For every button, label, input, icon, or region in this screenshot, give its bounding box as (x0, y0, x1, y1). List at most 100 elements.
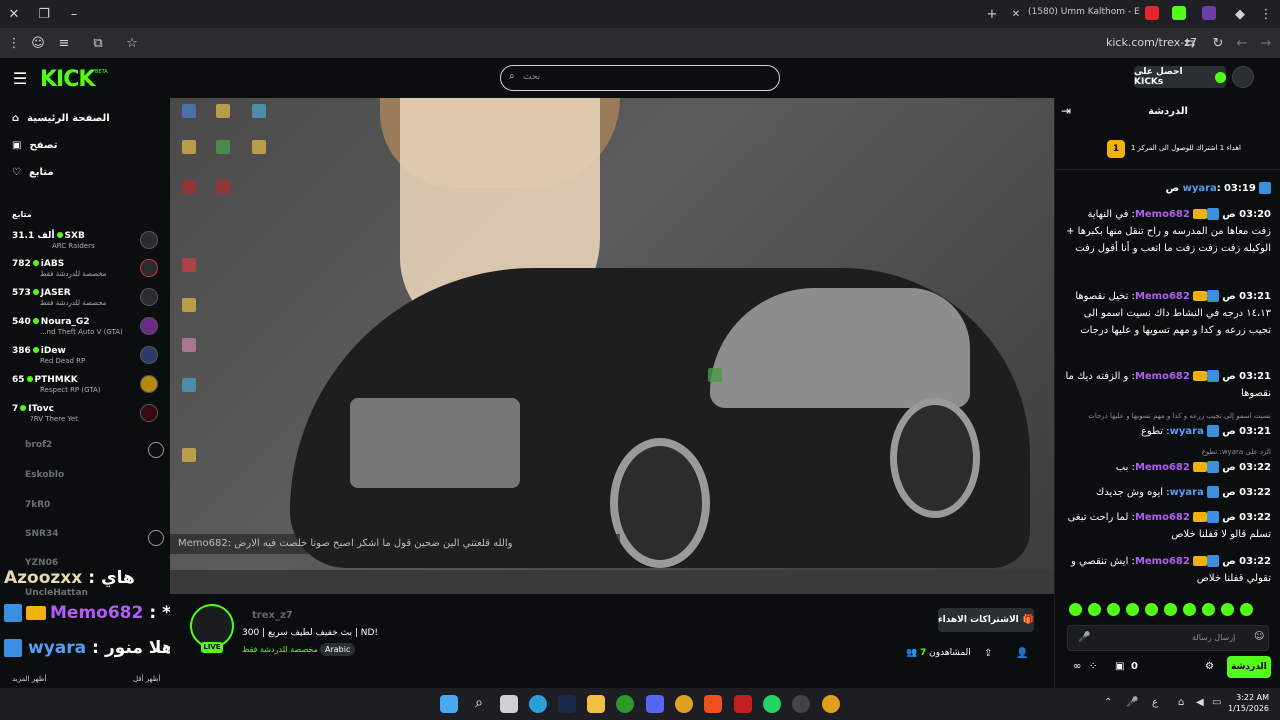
emote-icon[interactable] (1126, 603, 1139, 616)
emote-icon[interactable] (1145, 603, 1158, 616)
infinity-icon[interactable]: ∞ (1073, 661, 1081, 672)
forward-icon[interactable]: ← (1232, 33, 1252, 53)
followed-channel[interactable]: 7 ITovc ?RV There Yet (0, 401, 165, 427)
input-language[interactable]: ع (1152, 697, 1158, 708)
hamburger-menu-icon[interactable]: ☰ (10, 68, 30, 88)
followed-channel[interactable]: 31.1 ألف SXB ARC Raiders (0, 228, 165, 254)
chrome-icon[interactable] (675, 695, 693, 713)
emote-icon[interactable] (1240, 603, 1253, 616)
network-icon[interactable]: ⌂ (1178, 697, 1184, 708)
nav-browse[interactable]: ▣ تصفح (12, 135, 57, 155)
menu-icon[interactable]: ⋮ (4, 33, 24, 53)
brave-icon[interactable] (704, 695, 722, 713)
chat-message[interactable]: 03:21 ص Memo682: و الزفته ديك ما نقصوها (1065, 368, 1271, 402)
chrome-icon[interactable] (822, 695, 840, 713)
menu-icon[interactable]: ⋮ (1256, 4, 1276, 24)
restore-window-icon[interactable]: ❐ (34, 4, 54, 24)
chat-username[interactable]: wyara (1170, 426, 1204, 437)
task-view-icon[interactable] (500, 695, 518, 713)
language-tag[interactable]: Arabic (320, 643, 356, 656)
system-clock[interactable]: 3:22 AM 1/15/2026 (1228, 692, 1269, 714)
followed-channel[interactable]: 386 iDew Red Dead RP (0, 343, 165, 369)
site-settings-icon[interactable]: ⇆ (1180, 33, 1200, 53)
users-icon[interactable]: ⁘ (1089, 661, 1097, 672)
tab-search-icon[interactable]: ≡ (54, 33, 74, 53)
follow-user-icon[interactable]: 👤 (1016, 648, 1028, 659)
search-input[interactable]: ⌕ بحث (500, 65, 780, 91)
back-icon[interactable]: → (1256, 33, 1276, 53)
video-player[interactable]: Memo682: والله قلعتني الين ضحين قول ما ا… (170, 98, 1054, 594)
edge-icon[interactable] (529, 695, 547, 713)
user-avatar[interactable] (1232, 66, 1254, 88)
nav-following[interactable]: ♡ متابع (12, 162, 54, 182)
chat-message[interactable]: 03:22 ص Memo682: بب (1065, 459, 1271, 476)
stream-category[interactable]: مخصصة للدردشة فقط (242, 645, 318, 654)
followed-channel[interactable]: 65 PTHMKK Respect RP (GTA) (0, 372, 165, 398)
microphone-icon[interactable]: 🎤 (1078, 632, 1090, 643)
chat-username[interactable]: Memo682 (1135, 512, 1190, 523)
chat-username[interactable]: Memo682 (1135, 291, 1190, 302)
show-less-link[interactable]: أظهر أقل (133, 675, 160, 683)
followed-channel[interactable]: 573 JASER مخصصة للدردشة فقط (0, 285, 165, 311)
emote-icon[interactable] (1221, 603, 1234, 616)
profile-icon[interactable]: ☺ (28, 33, 48, 53)
followed-channel[interactable]: 540 Noura_G2 ...nd Theft Auto V (GTA) (0, 314, 165, 340)
chat-message[interactable]: 03:21 ص wyara: تطوع (1065, 423, 1271, 440)
chat-username[interactable]: Memo682 (1135, 462, 1190, 473)
chat-message[interactable]: 03:20 ص Memo682: في النهاية زفت معاها من… (1065, 206, 1271, 257)
kick-tab-icon[interactable] (1172, 6, 1186, 20)
chat-message[interactable]: 03:22 ص Memo682: ايش تنقصي و تقولي قفلنا… (1065, 553, 1271, 587)
emote-icon[interactable] (1164, 603, 1177, 616)
emoji-icon[interactable]: ☺ (1254, 631, 1264, 642)
pinned-leaderboard[interactable]: 1 اهداء 1 اشتراك للوصول الى المركز 1 (1055, 130, 1280, 170)
close-tab-icon[interactable]: ✕ (1006, 4, 1026, 24)
chat-username[interactable]: wyara (1170, 487, 1204, 498)
chat-input[interactable]: 🎤 إرسال رسالة ☺ (1067, 625, 1269, 651)
steam-icon[interactable] (558, 695, 576, 713)
chat-message[interactable]: wyara: 03:19 ص (1065, 180, 1271, 197)
kicks-wallet-icon[interactable]: ▣ (1115, 661, 1124, 672)
volume-icon[interactable]: ◀ (1196, 697, 1204, 708)
followed-channel[interactable]: 782 iABS مخصصة للدردشة فقط (0, 256, 165, 282)
battery-icon[interactable]: ▭ (1212, 697, 1221, 708)
bookmark-star-icon[interactable]: ☆ (122, 33, 142, 53)
xbox-icon[interactable] (616, 695, 634, 713)
offline-channel[interactable]: 7kR0 (25, 500, 50, 510)
whatsapp-icon[interactable] (763, 695, 781, 713)
extensions-icon[interactable]: ⧉ (88, 33, 108, 53)
emote-icon[interactable] (1088, 603, 1101, 616)
chat-username[interactable]: Memo682 (1135, 556, 1190, 567)
file-explorer-icon[interactable] (587, 695, 605, 713)
mic-tray-icon[interactable]: 🎤 (1126, 697, 1138, 708)
chat-username[interactable]: Memo682 (1135, 209, 1190, 220)
emote-icon[interactable] (1202, 603, 1215, 616)
share-icon[interactable]: ⇪ (984, 648, 992, 659)
tab-title[interactable]: (1580) Umm Kalthom - Enta Or (1028, 7, 1140, 17)
reload-icon[interactable]: ↻ (1208, 33, 1228, 53)
chat-message[interactable]: 03:22 ص Memo682: لما راحت تبغى تسلم قالو… (1065, 509, 1271, 543)
chat-message[interactable]: 03:22 ص wyara: ايوه وش جديدك (1065, 484, 1271, 501)
chat-message[interactable]: 03:21 ص Memo682: تخيل نقصوها ١٤،١٣ درجه … (1065, 288, 1271, 339)
offline-channel[interactable]: SNR34 (25, 529, 58, 539)
show-more-link[interactable]: أظهر المزيد (12, 675, 46, 683)
new-tab-icon[interactable]: + (982, 4, 1002, 24)
get-kicks-button[interactable]: احصل على KICKs (1134, 66, 1226, 88)
search-icon[interactable]: ⌕ (470, 695, 488, 713)
tab-icon[interactable] (1202, 6, 1216, 20)
kick-logo[interactable]: KICK (40, 67, 95, 92)
gift-subs-button[interactable]: الاشتراكات الاهداء 🎁 (938, 608, 1034, 632)
tray-chevron-icon[interactable]: ⌃ (1104, 697, 1112, 708)
chat-username[interactable]: wyara (1183, 183, 1217, 194)
emote-icon[interactable] (1107, 603, 1120, 616)
extension-icon[interactable]: ◆ (1230, 4, 1250, 24)
offline-channel[interactable]: Eskoblo (25, 470, 64, 480)
start-icon[interactable] (440, 695, 458, 713)
offline-channel[interactable]: brof2 (25, 440, 52, 450)
discord-icon[interactable] (646, 695, 664, 713)
channel-name[interactable]: trex_z7 (252, 610, 293, 621)
obs-icon[interactable] (792, 695, 810, 713)
emote-icon[interactable] (1069, 603, 1082, 616)
emote-icon[interactable] (1183, 603, 1196, 616)
chat-username[interactable]: Memo682 (1135, 371, 1190, 382)
settings-icon[interactable]: ⚙ (1205, 661, 1214, 672)
